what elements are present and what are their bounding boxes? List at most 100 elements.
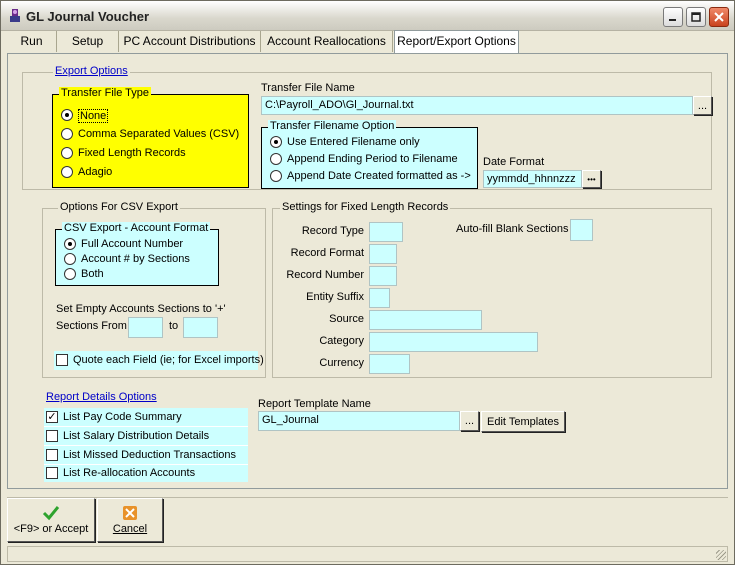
maximize-icon <box>691 12 701 22</box>
sections-to-label: to <box>169 320 179 332</box>
tab-account-reallocations[interactable]: Account Reallocations <box>261 31 393 52</box>
record-format-input[interactable] <box>369 244 397 264</box>
autofill-blank-sections-label: Auto-fill Blank Sections <box>456 223 569 235</box>
radio-append-date-created-label: Append Date Created formatted as -> <box>287 170 471 182</box>
radio-account-by-sections-label: Account # by Sections <box>81 253 190 265</box>
record-type-label: Record Type <box>301 225 364 237</box>
list-missed-deduction-checkbox[interactable] <box>46 449 58 461</box>
tab-setup[interactable]: Setup <box>57 31 119 52</box>
category-label: Category <box>319 335 364 347</box>
maximize-button[interactable] <box>686 7 706 27</box>
list-pay-code-summary-label: List Pay Code Summary <box>63 411 182 423</box>
browse-label: ... <box>464 415 475 427</box>
cancel-label: Cancel <box>112 523 148 535</box>
csv-account-format-title: CSV Export - Account Format <box>62 222 211 234</box>
list-reallocation-accounts-label: List Re-allocation Accounts <box>63 467 196 479</box>
radio-fixed-length-label: Fixed Length Records <box>78 147 186 159</box>
tab-label: PC Account Distributions <box>123 34 256 48</box>
autofill-blank-sections-input[interactable] <box>570 219 593 241</box>
transfer-file-browse-button[interactable]: ... <box>693 96 712 115</box>
sections-from-label: Sections From <box>56 320 127 332</box>
csv-export-options-title: Options For CSV Export <box>58 201 180 213</box>
radio-none-label: None <box>78 109 109 123</box>
report-export-options-panel: Export Options Transfer File Type None C… <box>7 53 728 489</box>
minimize-icon <box>669 19 676 21</box>
tab-label: Run <box>20 34 43 48</box>
record-format-label: Record Format <box>290 247 364 259</box>
quote-field-checkbox[interactable] <box>56 354 68 366</box>
record-type-input[interactable] <box>369 222 403 242</box>
radio-full-account-number-label: Full Account Number <box>81 238 184 250</box>
radio-csv-label: Comma Separated Values (CSV) <box>78 128 240 140</box>
window-title: GL Journal Voucher <box>26 9 150 24</box>
transfer-file-name-value: C:\Payroll_ADO\Gl_Journal.txt <box>265 99 414 111</box>
close-icon <box>714 12 724 22</box>
report-template-browse-button[interactable]: ... <box>460 411 479 431</box>
fixed-length-settings-title: Settings for Fixed Length Records <box>280 201 451 213</box>
gl-journal-voucher-window: GL Journal Voucher Run Setup PC Account … <box>0 0 735 565</box>
date-format-label: Date Format <box>483 156 545 168</box>
resize-grip-icon[interactable] <box>716 550 726 560</box>
entity-suffix-input[interactable] <box>369 288 390 308</box>
currency-label: Currency <box>319 357 364 369</box>
radio-fixed-length[interactable] <box>61 147 73 159</box>
radio-append-ending-period[interactable] <box>270 153 282 165</box>
tab-pc-account-distributions[interactable]: PC Account Distributions <box>119 31 261 52</box>
report-template-name-input[interactable]: GL_Journal <box>258 411 460 431</box>
quote-field-label: Quote each Field (ie; for Excel imports) <box>73 354 264 366</box>
transfer-file-name-input[interactable]: C:\Payroll_ADO\Gl_Journal.txt <box>261 96 693 115</box>
ellipsis-icon: ••• <box>587 174 596 184</box>
radio-account-by-sections[interactable] <box>64 253 76 265</box>
list-salary-distribution-label: List Salary Distribution Details <box>63 430 210 442</box>
radio-adagio[interactable] <box>61 166 73 178</box>
tab-label: Setup <box>71 34 104 48</box>
edit-templates-button[interactable]: Edit Templates <box>481 411 565 432</box>
empty-sections-label: Set Empty Accounts Sections to '+' <box>56 303 226 315</box>
record-number-input[interactable] <box>369 266 397 286</box>
transfer-filename-option-title: Transfer Filename Option <box>268 120 397 132</box>
report-details-options-link[interactable]: Report Details Options <box>44 391 159 403</box>
browse-label: ... <box>697 99 708 112</box>
entity-suffix-label: Entity Suffix <box>306 291 364 303</box>
report-template-name-value: GL_Journal <box>262 414 319 426</box>
app-icon <box>10 9 20 22</box>
title-bar: GL Journal Voucher <box>1 1 734 31</box>
accept-button[interactable]: <F9> or Accept <box>7 498 95 542</box>
date-format-input[interactable]: yymmdd_hhnnzzz <box>483 170 582 188</box>
category-input[interactable] <box>369 332 538 352</box>
radio-adagio-label: Adagio <box>78 166 113 178</box>
sections-to-input[interactable] <box>183 317 218 338</box>
export-options-link[interactable]: Export Options <box>53 65 130 77</box>
radio-none[interactable] <box>61 109 73 121</box>
source-input[interactable] <box>369 310 482 330</box>
radio-csv[interactable] <box>61 128 73 140</box>
tab-run[interactable]: Run <box>7 31 57 52</box>
currency-input[interactable] <box>369 354 410 374</box>
record-number-label: Record Number <box>286 269 364 281</box>
tab-report-export-options[interactable]: Report/Export Options <box>394 30 519 53</box>
radio-both[interactable] <box>64 268 76 280</box>
cancel-icon <box>123 506 137 520</box>
minimize-button[interactable] <box>663 7 683 27</box>
checkmark-icon <box>42 506 60 521</box>
radio-both-label: Both <box>81 268 104 280</box>
cancel-button[interactable]: Cancel <box>97 498 163 542</box>
list-pay-code-summary-checkbox[interactable]: ✓ <box>46 411 58 423</box>
transfer-file-name-label: Transfer File Name <box>261 82 355 94</box>
date-format-value: yymmdd_hhnnzzz <box>487 173 576 185</box>
radio-append-ending-period-label: Append Ending Period to Filename <box>287 153 458 165</box>
list-salary-distribution-checkbox[interactable] <box>46 430 58 442</box>
close-button[interactable] <box>709 7 729 27</box>
status-bar <box>7 546 728 562</box>
radio-use-entered-filename[interactable] <box>270 136 282 148</box>
tab-label: Account Reallocations <box>267 34 386 48</box>
date-format-options-button[interactable]: ••• <box>582 170 601 188</box>
radio-append-date-created[interactable] <box>270 170 282 182</box>
accept-label: <F9> or Accept <box>13 523 89 535</box>
list-missed-deduction-label: List Missed Deduction Transactions <box>63 449 237 461</box>
radio-full-account-number[interactable] <box>64 238 76 250</box>
divider <box>44 464 248 465</box>
button-bar: <F9> or Accept Cancel <box>7 497 728 543</box>
list-reallocation-accounts-checkbox[interactable] <box>46 467 58 479</box>
sections-from-input[interactable] <box>128 317 163 338</box>
